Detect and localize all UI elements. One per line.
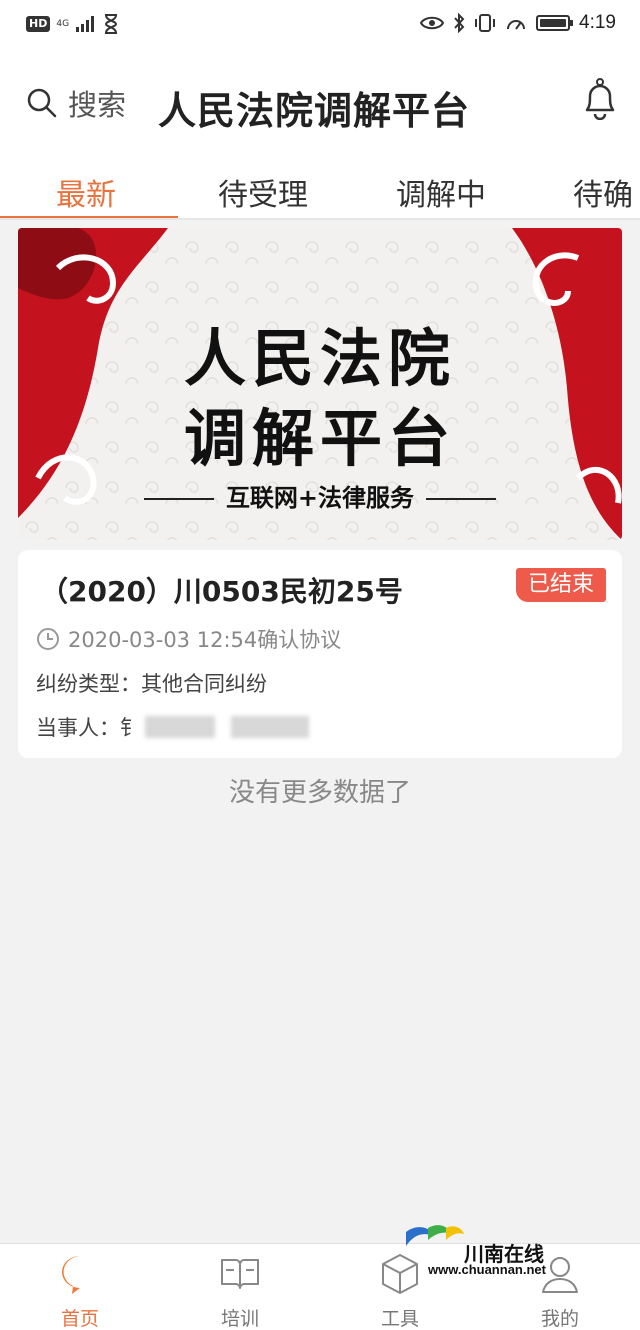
case-party-label: 当事人： — [36, 716, 120, 740]
bell-icon — [585, 78, 615, 121]
speed-icon — [507, 20, 526, 30]
banner-subtitle: 互联网+法律服务 — [225, 484, 415, 512]
hourglass-icon — [105, 14, 118, 34]
tab-latest[interactable]: 最新 — [56, 170, 116, 214]
app-header: 搜索 人民法院调解平台 — [0, 50, 640, 160]
clock-icon — [37, 628, 59, 650]
case-time-row: 2020-03-03 12:54确认协议 — [36, 624, 341, 654]
status-bar: HD 4G 4:19 — [0, 0, 640, 50]
redacted-name — [145, 716, 215, 738]
case-type-row: 纠纷类型：其他合同纠纷 — [36, 668, 267, 698]
banner-title-line2: 调解平台 — [183, 402, 456, 475]
case-card[interactable]: （2020）川0503民初25号 已结束 2020-03-03 12:54确认协… — [18, 550, 622, 758]
chat-bubble-icon — [62, 1256, 91, 1294]
tab-pending[interactable]: 待受理 — [218, 170, 308, 214]
nav-training-label: 培训 — [220, 1308, 259, 1330]
banner[interactable]: 人民法院 调解平台 互联网+法律服务 — [18, 228, 622, 540]
nav-tools-label: 工具 — [380, 1308, 419, 1330]
nav-home[interactable]: 首页 — [20, 1252, 140, 1330]
case-type-value: 其他合同纠纷 — [141, 672, 267, 696]
book-icon — [221, 1259, 259, 1289]
bluetooth-icon — [454, 13, 465, 33]
page-title: 人民法院调解平台 — [158, 89, 471, 133]
battery-icon — [536, 15, 574, 31]
watermark-url: www.chuannan.net — [428, 1262, 546, 1277]
vibrate-icon — [475, 14, 496, 32]
case-number: （2020）川0503民初25号 — [40, 575, 403, 608]
case-time: 2020-03-03 12:54确认协议 — [68, 628, 342, 652]
nav-mine-label: 我的 — [540, 1308, 579, 1330]
case-type-label: 纠纷类型： — [36, 672, 141, 696]
watermark: 川南在线 www.chuannan.net — [398, 1222, 558, 1282]
banner-title-line1: 人民法院 — [183, 322, 456, 395]
status-left: HD 4G — [26, 14, 119, 34]
status-badge: 已结束 — [516, 568, 606, 602]
redacted-name — [231, 716, 309, 738]
notification-button[interactable] — [582, 78, 618, 124]
active-tab-indicator — [0, 216, 178, 218]
tab-bar: 最新 待受理 调解中 待确 — [0, 160, 640, 220]
signal-icon — [76, 16, 95, 32]
hd-badge: HD — [26, 16, 51, 32]
network-type: 4G — [56, 18, 70, 29]
search-button[interactable]: 搜索 — [26, 82, 126, 124]
case-party-row: 当事人： 钅 — [36, 712, 309, 742]
eye-comfort-icon — [420, 16, 445, 30]
search-icon — [27, 88, 57, 118]
nav-home-label: 首页 — [60, 1308, 99, 1330]
banner-subtitle-row: 互联网+法律服务 — [18, 478, 622, 513]
nav-training[interactable]: 培训 — [180, 1252, 300, 1330]
search-label: 搜索 — [68, 88, 127, 122]
status-right: 4:19 — [420, 12, 616, 34]
clock: 4:19 — [579, 12, 616, 33]
tab-to-confirm[interactable]: 待确 — [573, 170, 633, 214]
list-end-message: 没有更多数据了 — [228, 778, 411, 808]
tab-mediating[interactable]: 调解中 — [396, 170, 486, 214]
case-party-value: 钅 — [120, 716, 141, 740]
